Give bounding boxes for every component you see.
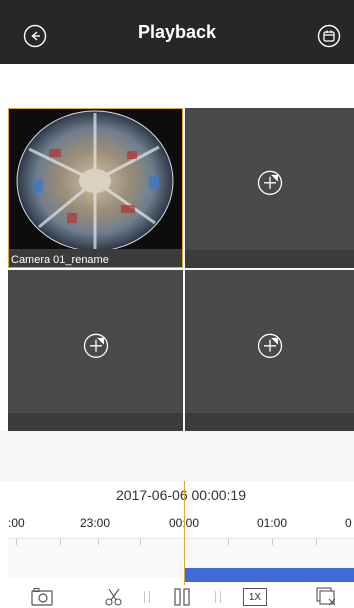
clip-button[interactable] <box>101 587 129 607</box>
cell-strip <box>8 413 183 431</box>
cell-strip <box>185 413 354 431</box>
timeline-label: 0 <box>345 516 352 530</box>
timeline-label: 01:00 <box>257 516 288 530</box>
add-camera-icon <box>257 333 282 358</box>
scissors-icon <box>105 588 122 606</box>
calendar-icon <box>317 24 341 48</box>
playhead-cursor[interactable] <box>184 481 185 585</box>
close-all-button[interactable] <box>312 587 340 607</box>
add-camera-icon <box>257 170 282 195</box>
playback-timeline[interactable]: 2017-06-06 00:00:19 :00 23:00 00:00 01:0… <box>8 481 354 585</box>
video-cell-2[interactable] <box>185 108 354 268</box>
add-camera-button[interactable] <box>83 332 109 358</box>
speed-label: 1X <box>243 588 267 606</box>
video-cell-3[interactable] <box>8 270 183 431</box>
video-cell-1[interactable]: Camera 01_rename <box>8 108 183 268</box>
add-camera-icon <box>83 333 108 358</box>
timeline-label: :00 <box>8 516 25 530</box>
pause-button[interactable] <box>168 587 196 607</box>
timeline-labels: :00 23:00 00:00 01:00 0 <box>8 516 354 534</box>
video-grid: Camera 01_rename <box>8 108 354 431</box>
top-bar: Playback <box>0 0 354 64</box>
recording-segment[interactable] <box>184 568 354 582</box>
camera-label: Camera 01_rename <box>11 254 109 266</box>
page-title: Playback <box>137 22 217 42</box>
toolbar-separator <box>215 591 221 603</box>
video-cell-4[interactable] <box>185 270 354 431</box>
spacer-middle <box>0 431 354 481</box>
spacer-top <box>0 64 354 108</box>
add-camera-button[interactable] <box>257 332 283 358</box>
pause-icon <box>174 588 190 606</box>
toolbar-separator <box>144 591 150 603</box>
current-datetime: 2017-06-06 00:00:19 <box>116 487 246 503</box>
timeline-ticks <box>8 539 354 549</box>
speed-button[interactable]: 1X <box>241 587 269 607</box>
timeline-label: 23:00 <box>80 516 111 530</box>
calendar-button[interactable] <box>317 24 341 48</box>
cell-strip <box>185 250 354 268</box>
snapshot-button[interactable] <box>28 587 56 607</box>
camera-icon <box>31 588 53 606</box>
close-windows-icon <box>316 587 336 606</box>
add-camera-button[interactable] <box>257 170 283 196</box>
playback-toolbar: 1X <box>0 585 354 608</box>
fisheye-video-frame <box>9 109 182 267</box>
